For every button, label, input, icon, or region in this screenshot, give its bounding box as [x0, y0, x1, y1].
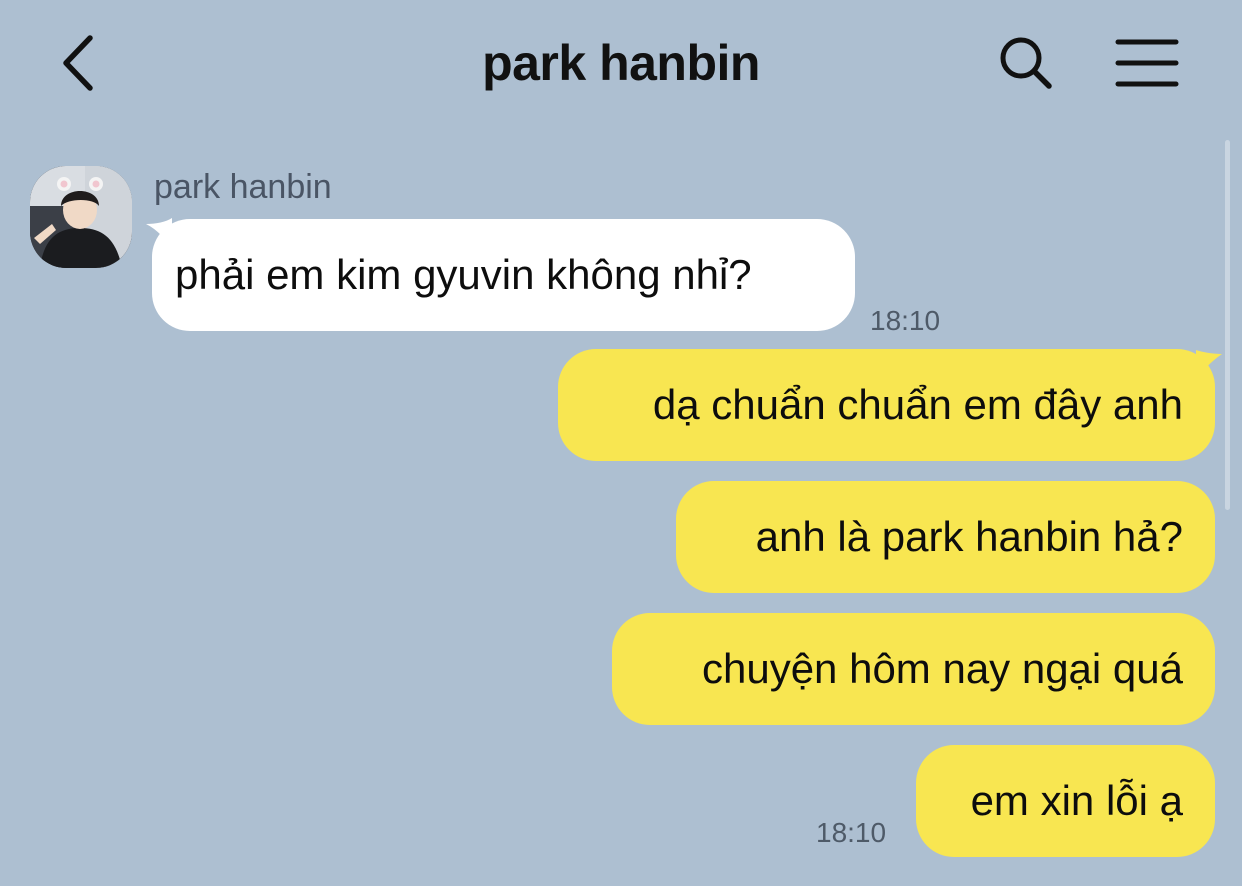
incoming-message-bubble[interactable]: phải em kim gyuvin không nhỉ?	[152, 219, 855, 331]
chat-header: park hanbin	[0, 0, 1242, 130]
outgoing-message-bubble[interactable]: em xin lỗi ạ	[916, 745, 1215, 857]
message-text: phải em kim gyuvin không nhỉ?	[175, 251, 752, 298]
avatar[interactable]	[30, 166, 132, 268]
message-text: chuyện hôm nay ngại quá	[701, 645, 1183, 692]
message-text: dạ chuẩn chuẩn em đây anh	[652, 381, 1183, 428]
search-button[interactable]	[996, 34, 1056, 94]
message-text: em xin lỗi ạ	[970, 777, 1183, 824]
outgoing-message-bubble[interactable]: dạ chuẩn chuẩn em đây anh	[558, 349, 1215, 461]
menu-button[interactable]	[1114, 36, 1180, 90]
outgoing-message-bubble[interactable]: chuyện hôm nay ngại quá	[612, 613, 1215, 725]
sender-name: park hanbin	[154, 168, 332, 206]
profile-photo	[30, 166, 132, 268]
outgoing-message-bubble[interactable]: anh là park hanbin hả?	[676, 481, 1215, 593]
message-timestamp: 18:10	[816, 817, 887, 848]
message-text: anh là park hanbin hả?	[755, 513, 1183, 560]
hamburger-menu-icon	[1115, 39, 1179, 87]
scrollbar[interactable]	[1225, 140, 1230, 510]
search-icon	[1000, 37, 1052, 89]
message-timestamp: 18:10	[870, 305, 941, 336]
